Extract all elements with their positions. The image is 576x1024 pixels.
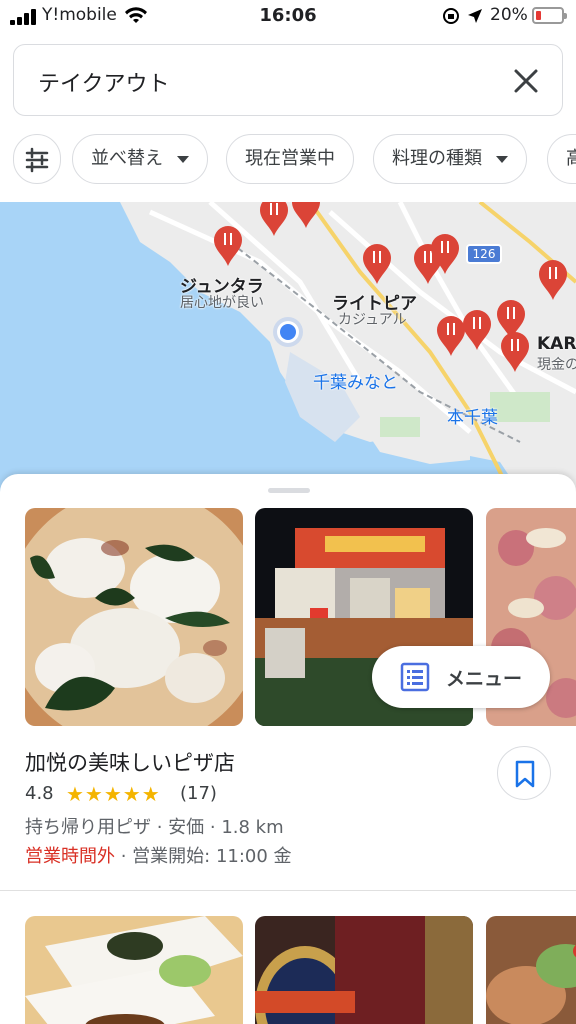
status-bar: Y!mobile 16:06 20% xyxy=(0,0,576,34)
chevron-down-icon xyxy=(496,155,508,163)
station-label[interactable]: 本千葉 xyxy=(447,403,498,428)
pizza-photo xyxy=(25,508,243,726)
map-label-sub: カジュアル xyxy=(338,312,407,328)
place-title[interactable]: 加悦の美味しいピザ店 xyxy=(25,747,235,777)
battery-fill xyxy=(536,11,541,20)
search-input[interactable]: テイクアウト xyxy=(38,66,170,98)
battery-percent: 20% xyxy=(490,5,528,25)
chip-rating[interactable]: 高 xyxy=(547,134,576,184)
map-label-sub: 現金の xyxy=(537,357,576,373)
menu-button[interactable]: メニュー xyxy=(372,646,550,708)
map-label-place[interactable]: KAR xyxy=(537,334,576,354)
opening-hours: 営業時間外 · 営業開始: 11:00 金 xyxy=(25,842,292,868)
review-count[interactable]: (17) xyxy=(180,783,217,804)
chip-label: 並べ替え xyxy=(91,148,163,169)
interior-photo xyxy=(255,916,473,1024)
close-icon[interactable] xyxy=(508,63,544,99)
star-rating: ★★★★★ xyxy=(66,782,161,806)
menu-button-label: メニュー xyxy=(446,668,523,690)
map-label-sub: 居心地が良い xyxy=(180,295,264,311)
place-photo-dish[interactable] xyxy=(486,916,576,1024)
chip-label: 現在営業中 xyxy=(245,148,335,169)
divider xyxy=(0,890,576,891)
closed-status: 営業時間外 xyxy=(25,846,115,867)
chip-open-now[interactable]: 現在営業中 xyxy=(226,134,354,184)
chevron-down-icon xyxy=(177,155,189,163)
battery-icon xyxy=(532,7,567,24)
filter-settings-button[interactable] xyxy=(13,134,61,184)
dish-photo xyxy=(486,916,576,1024)
save-button[interactable] xyxy=(497,746,551,800)
place-meta: 持ち帰り用ピザ · 安価 · 1.8 km xyxy=(25,817,284,838)
map-view[interactable]: ジュンタラ 居心地が良い ライトピア カジュアル KAR 現金の 千葉みなと 本… xyxy=(0,202,576,492)
search-box[interactable]: テイクアウト xyxy=(13,44,563,116)
food-photo xyxy=(25,916,243,1024)
place-photo-food[interactable] xyxy=(25,916,243,1024)
opening-time: · 営業開始: 11:00 金 xyxy=(115,846,292,867)
route-shield: 126 xyxy=(466,244,502,264)
place-photo-pizza[interactable] xyxy=(25,508,243,726)
place-photo-interior[interactable] xyxy=(255,916,473,1024)
results-sheet[interactable]: メニュー 加悦の美味しいピザ店 4.8 ★★★★★ (17) 持ち帰り用ピザ ·… xyxy=(0,474,576,1024)
orientation-lock-icon xyxy=(443,8,459,24)
chip-cuisine[interactable]: 料理の種類 xyxy=(373,134,527,184)
menu-list-icon xyxy=(400,662,430,692)
sliders-icon xyxy=(25,147,49,173)
location-arrow-icon xyxy=(468,9,482,23)
bookmark-icon xyxy=(515,760,535,788)
drag-handle[interactable] xyxy=(268,488,310,493)
filter-chips: 並べ替え 現在営業中 料理の種類 高 xyxy=(0,134,576,186)
rating-value: 4.8 xyxy=(25,783,54,804)
chip-label: 高 xyxy=(566,148,576,169)
station-label[interactable]: 千葉みなと xyxy=(313,368,398,393)
chip-sort[interactable]: 並べ替え xyxy=(72,134,208,184)
chip-label: 料理の種類 xyxy=(392,148,482,169)
maps-screen: Y!mobile 16:06 20% テイクアウト 並べ替え 現在営業中 料理の… xyxy=(0,0,576,1024)
